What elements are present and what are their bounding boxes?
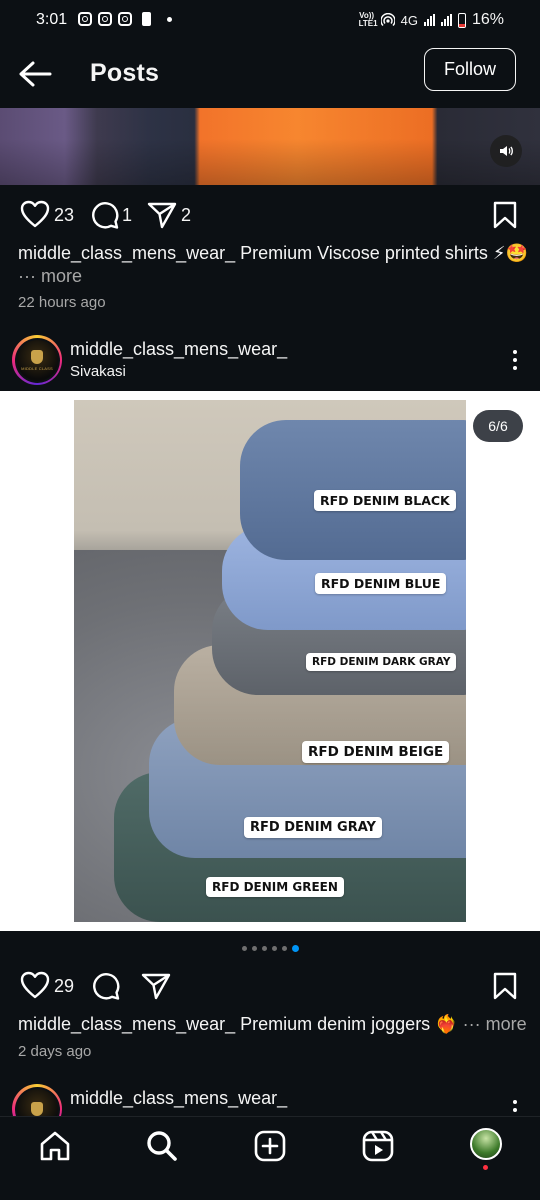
caption-username[interactable]: middle_class_mens_wear_ xyxy=(18,243,235,263)
more-link[interactable]: ··· more xyxy=(463,1014,527,1034)
post-media-image[interactable]: RFD DENIM BLACK RFD DENIM BLUE RFD DENIM… xyxy=(0,391,540,931)
post-username[interactable]: middle_class_mens_wear_ xyxy=(70,1088,287,1109)
post-location[interactable]: Sivakasi xyxy=(70,363,126,380)
caption-text: Premium Viscose printed shirts ⚡🤩 xyxy=(235,243,528,263)
heart-icon[interactable] xyxy=(20,200,50,228)
carousel-dot xyxy=(251,946,257,951)
more-link[interactable]: ··· more xyxy=(18,266,82,286)
notification-icons xyxy=(78,12,172,26)
volte-icon: Vo)) LTE1 xyxy=(358,11,378,28)
battery-icon xyxy=(457,12,466,28)
bookmark-icon[interactable] xyxy=(493,201,517,229)
carousel-dot-active xyxy=(291,945,299,952)
label-denim-dark-gray: RFD DENIM DARK GRAY xyxy=(306,653,457,671)
status-bar: 3:01 Vo)) LTE1 4G 16% xyxy=(0,0,540,40)
instagram-notification-icon xyxy=(78,12,92,26)
battery-percent: 16% xyxy=(471,11,504,28)
network-type: 4G xyxy=(400,12,418,28)
avatar[interactable] xyxy=(12,1084,62,1116)
search-icon[interactable] xyxy=(145,1129,179,1163)
brand-logo xyxy=(16,1088,58,1116)
home-icon[interactable] xyxy=(38,1129,72,1163)
profile-avatar[interactable] xyxy=(470,1128,502,1160)
product-photo: RFD DENIM BLACK RFD DENIM BLUE RFD DENIM… xyxy=(74,400,466,922)
heart-icon[interactable] xyxy=(20,971,50,999)
post-header: middle_class_mens_wear_ xyxy=(0,1084,540,1116)
label-denim-black: RFD DENIM BLACK xyxy=(314,490,456,511)
comment-icon[interactable] xyxy=(91,971,121,1001)
more-notifications-dot xyxy=(167,17,172,22)
hotspot-icon xyxy=(380,13,395,27)
comment-count[interactable]: 1 xyxy=(122,205,132,226)
post-timestamp: 2 days ago xyxy=(18,1043,92,1060)
post-actions: 29 xyxy=(0,961,540,1009)
system-icons: Vo)) LTE1 4G 16% xyxy=(359,11,504,29)
instagram-notification-icon xyxy=(98,12,112,26)
label-denim-gray: RFD DENIM GRAY xyxy=(244,817,382,838)
carousel-dot xyxy=(241,946,247,951)
share-icon[interactable] xyxy=(141,972,171,1000)
caption-text: Premium denim joggers ❤️‍🔥 xyxy=(235,1014,458,1034)
like-count[interactable]: 23 xyxy=(54,205,74,226)
avatar[interactable]: MIDDLE CLASS xyxy=(12,335,62,385)
more-icon[interactable] xyxy=(512,350,518,370)
bottom-navigation xyxy=(0,1116,540,1200)
reels-icon[interactable] xyxy=(361,1129,395,1163)
brand-logo: MIDDLE CLASS xyxy=(16,339,58,381)
carousel-dot xyxy=(261,946,267,951)
post-username[interactable]: middle_class_mens_wear_ xyxy=(70,339,287,360)
caption-username[interactable]: middle_class_mens_wear_ xyxy=(18,1014,235,1034)
status-time: 3:01 xyxy=(36,11,68,28)
comment-icon[interactable] xyxy=(90,200,120,230)
post-caption: middle_class_mens_wear_ Premium Viscose … xyxy=(18,242,528,288)
follow-button[interactable]: Follow xyxy=(424,48,516,91)
speaker-icon[interactable] xyxy=(490,135,522,167)
signal-icon xyxy=(423,14,435,26)
label-denim-green: RFD DENIM GREEN xyxy=(206,877,344,897)
notification-dot xyxy=(483,1165,488,1170)
carousel-dot xyxy=(281,946,287,951)
instagram-notification-icon xyxy=(118,12,132,26)
post-media-video[interactable] xyxy=(0,108,540,185)
page-title: Posts xyxy=(90,59,160,87)
share-icon[interactable] xyxy=(147,201,177,229)
post-timestamp: 22 hours ago xyxy=(18,294,106,311)
like-count[interactable]: 29 xyxy=(54,976,74,997)
create-icon[interactable] xyxy=(253,1129,287,1163)
battery-alert-icon xyxy=(142,12,151,26)
label-denim-beige: RFD DENIM BEIGE xyxy=(302,741,450,763)
more-icon[interactable] xyxy=(512,1100,518,1116)
post-actions: 23 1 2 xyxy=(0,190,540,238)
carousel-counter: 6/6 xyxy=(473,410,523,442)
share-count[interactable]: 2 xyxy=(181,205,191,226)
post-header: MIDDLE CLASS middle_class_mens_wear_ Siv… xyxy=(0,332,540,388)
back-arrow-icon[interactable] xyxy=(18,60,52,88)
top-header: Posts Follow xyxy=(0,40,540,108)
carousel-indicator xyxy=(0,943,540,955)
carousel-dot xyxy=(271,946,277,951)
post-caption: middle_class_mens_wear_ Premium denim jo… xyxy=(18,1013,528,1036)
label-denim-blue: RFD DENIM BLUE xyxy=(315,573,447,594)
bookmark-icon[interactable] xyxy=(493,972,517,1000)
signal-icon-2 xyxy=(440,14,452,26)
